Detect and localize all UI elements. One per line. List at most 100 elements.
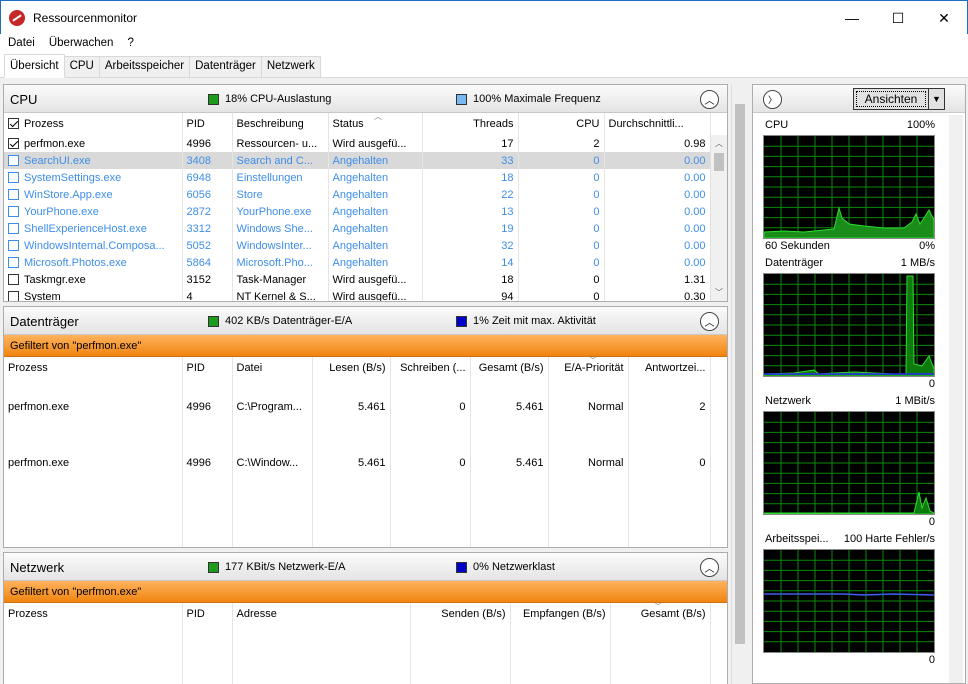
disk-process-row[interactable]: perfmon.exe 4996 C:\Window... 5.461 0 5.461 No…	[4, 435, 711, 491]
maximize-button[interactable]: ☐	[875, 1, 921, 35]
process-name-cell[interactable]: perfmon.exe	[4, 135, 183, 152]
cpu-process-row[interactable]: Microsoft.Photos.exe 5864 Microsoft.Pho...…	[4, 254, 711, 271]
process-checkbox[interactable]	[8, 256, 19, 268]
process-name-cell[interactable]: YourPhone.exe	[4, 203, 183, 220]
tab-overview[interactable]: Übersicht	[4, 54, 65, 78]
col-header-process[interactable]: Prozess	[4, 113, 183, 135]
read-cell: 5.461	[312, 435, 391, 491]
col-header-receive[interactable]: Empfangen (B/s)	[510, 603, 611, 625]
cpu-process-row[interactable]: SearchUI.exe 3408 Search and C... Angehalte…	[4, 152, 711, 169]
cpu-process-row[interactable]: perfmon.exe 4996 Ressourcen- u... Wird ausg…	[4, 135, 711, 152]
graph-pane-header: 〉 Ansichten ▼	[753, 85, 965, 113]
process-checkbox[interactable]	[8, 239, 19, 251]
close-button[interactable]: ✕	[921, 1, 967, 35]
minimize-button[interactable]: —	[829, 1, 875, 35]
process-name: WindowsInternal.Composa...	[24, 239, 165, 252]
cpu-table-body: perfmon.exe 4996 Ressourcen- u... Wird ausg…	[4, 135, 711, 301]
threads-cell: 14	[422, 254, 519, 271]
cpu-process-row[interactable]: YourPhone.exe 2872 YourPhone.exe Angehalten…	[4, 203, 711, 220]
process-checkbox[interactable]	[8, 188, 19, 200]
disk-io-text: 402 KB/s Datenträger-E/A	[225, 315, 353, 327]
process-name-cell[interactable]: Taskmgr.exe	[4, 271, 183, 288]
col-header-pid[interactable]: PID	[182, 357, 233, 379]
file-cell: C:\Program...	[232, 379, 313, 435]
tab-network[interactable]: Netzwerk	[260, 56, 321, 77]
cpu-process-row[interactable]: ShellExperienceHost.exe 3312 Windows She..…	[4, 220, 711, 237]
graph-pane-scrollbar[interactable]	[949, 115, 963, 683]
views-button[interactable]: Ansichten	[853, 88, 929, 110]
overview-scrollbar[interactable]	[731, 84, 748, 684]
col-header-file[interactable]: Datei	[232, 357, 313, 379]
expand-pane-button[interactable]: 〉	[763, 90, 782, 109]
col-header-send[interactable]: Senden (B/s)	[410, 603, 511, 625]
collapse-disk-button[interactable]: ︿	[700, 312, 719, 331]
cpu-table-scrollbar[interactable]: ︿ ﹀	[710, 135, 727, 301]
col-header-total[interactable]: Gesamt (B/s)	[470, 357, 549, 379]
col-header-pid[interactable]: PID	[182, 603, 233, 625]
cpu-process-row[interactable]: System 4 NT Kernel & S... Wird ausgefü... 94…	[4, 288, 711, 301]
collapse-network-button[interactable]: ︿	[700, 558, 719, 577]
process-name-cell[interactable]: System	[4, 288, 183, 301]
tab-disk[interactable]: Datenträger	[189, 56, 262, 77]
cpu-process-row[interactable]: Taskmgr.exe 3152 Task-Manager Wird ausgefü.…	[4, 271, 711, 288]
process-checkbox[interactable]	[8, 154, 19, 166]
col-header-write[interactable]: Schreiben (...	[390, 357, 471, 379]
col-header-response-time[interactable]: Antwortzei...	[628, 357, 711, 379]
cpu-process-row[interactable]: WinStore.App.exe 6056 Store Angehalten 22 0 0.…	[4, 186, 711, 203]
process-name-cell[interactable]: WindowsInternal.Composa...	[4, 237, 183, 254]
col-header-description[interactable]: Beschreibung	[232, 113, 329, 135]
col-header-process[interactable]: Prozess	[4, 357, 183, 379]
col-header-read[interactable]: Lesen (B/s)	[312, 357, 391, 379]
overview-scroll-thumb[interactable]	[735, 104, 745, 644]
pid-cell: 6056	[182, 186, 233, 203]
disk-graph-label: Datenträger	[765, 257, 824, 269]
threads-cell: 18	[422, 271, 519, 288]
average-cpu-cell: 0.00	[604, 169, 711, 186]
app-icon	[9, 9, 25, 26]
col-header-pid[interactable]: PID	[182, 113, 233, 135]
menu-ueberwachen[interactable]: Überwachen	[41, 37, 120, 49]
cpu-graph-min: 0%	[919, 240, 935, 252]
tab-memory[interactable]: Arbeitsspeicher	[98, 56, 191, 77]
process-name-cell[interactable]: ShellExperienceHost.exe	[4, 220, 183, 237]
menu-help[interactable]: ?	[119, 37, 139, 49]
process-name: ShellExperienceHost.exe	[24, 222, 147, 235]
caret-down-icon: ▼	[932, 94, 941, 104]
select-all-checkbox[interactable]	[8, 118, 19, 129]
cpu-process-row[interactable]: SystemSettings.exe 6948 Einstellungen Angeh…	[4, 169, 711, 186]
scroll-down-icon[interactable]: ﹀	[711, 284, 727, 301]
memory-graph-block: Arbeitsspei... 100 Harte Fehler/s 0	[763, 533, 935, 671]
col-header-average-cpu[interactable]: Durchschnittli...	[604, 113, 711, 135]
write-cell: 0	[390, 435, 471, 491]
cpu-process-row[interactable]: WindowsInternal.Composa... 5052 WindowsInt…	[4, 237, 711, 254]
process-checkbox[interactable]	[8, 290, 19, 301]
collapse-cpu-button[interactable]: ︿	[700, 90, 719, 109]
process-checkbox[interactable]	[8, 137, 19, 149]
tab-cpu[interactable]: CPU	[63, 56, 100, 77]
menu-datei[interactable]: Datei	[0, 37, 41, 49]
views-dropdown-button[interactable]: ▼	[929, 88, 945, 110]
process-checkbox[interactable]	[8, 222, 19, 234]
disk-process-row[interactable]: perfmon.exe 4996 C:\Program... 5.461 0 5.461 N…	[4, 379, 711, 435]
cpu-section-header[interactable]: CPU 18% CPU-Auslastung 100% Maximale Fre…	[4, 85, 727, 113]
disk-section-header[interactable]: Datenträger 402 KB/s Datenträger-E/A 1% …	[4, 307, 727, 335]
network-section-header[interactable]: Netzwerk 177 KBit/s Netzwerk-E/A 0% Netz…	[4, 553, 727, 581]
process-name-cell[interactable]: WinStore.App.exe	[4, 186, 183, 203]
process-name-cell[interactable]: SystemSettings.exe	[4, 169, 183, 186]
cpu-scroll-thumb[interactable]	[714, 153, 724, 171]
process-name-cell[interactable]: Microsoft.Photos.exe	[4, 254, 183, 271]
threads-cell: 94	[422, 288, 519, 301]
process-checkbox[interactable]	[8, 171, 19, 183]
process-checkbox[interactable]	[8, 205, 19, 217]
col-header-address[interactable]: Adresse	[232, 603, 411, 625]
col-header-threads[interactable]: Threads	[422, 113, 519, 135]
process-name-cell: perfmon.exe	[4, 435, 183, 491]
process-name-cell[interactable]: SearchUI.exe	[4, 152, 183, 169]
process-checkbox[interactable]	[8, 273, 19, 285]
col-header-process[interactable]: Prozess	[4, 603, 183, 625]
col-header-io-priority[interactable]: E/A-Priorität	[548, 357, 629, 379]
scroll-up-icon[interactable]: ︿	[711, 135, 727, 152]
col-header-cpu[interactable]: CPU	[518, 113, 605, 135]
network-table: Prozess PID Adresse Senden (B/s) Empfang…	[4, 603, 711, 684]
chevron-up-icon: ︿	[704, 96, 715, 107]
